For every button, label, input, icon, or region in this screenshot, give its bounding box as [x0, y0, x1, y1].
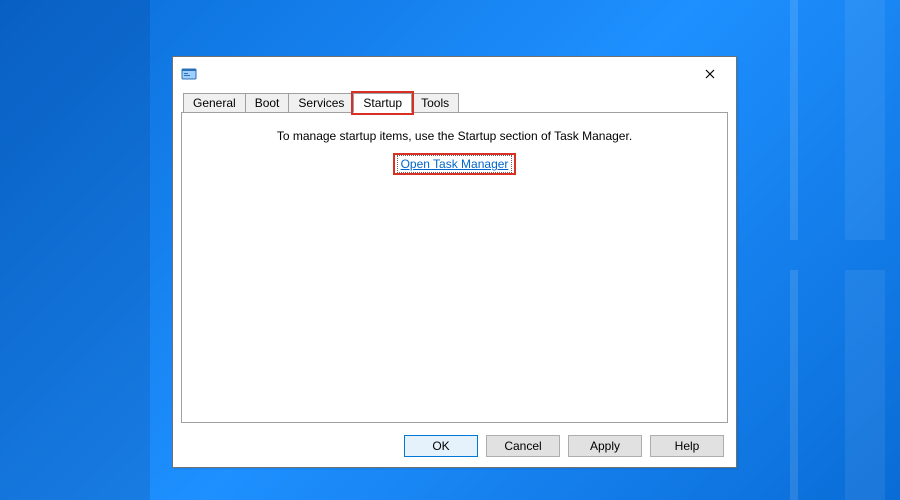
- bg-shape: [790, 270, 798, 500]
- tabs: General Boot Services Startup Tools: [183, 93, 458, 113]
- startup-message: To manage startup items, use the Startup…: [182, 129, 727, 143]
- cancel-button[interactable]: Cancel: [486, 435, 560, 457]
- tab-tools[interactable]: Tools: [411, 93, 459, 113]
- tab-services[interactable]: Services: [288, 93, 354, 113]
- close-button[interactable]: [690, 60, 730, 88]
- open-task-manager-link[interactable]: Open Task Manager: [397, 155, 513, 173]
- help-button[interactable]: Help: [650, 435, 724, 457]
- msconfig-window: General Boot Services Startup Tools To m…: [172, 56, 737, 468]
- app-icon: [181, 66, 197, 82]
- ok-button[interactable]: OK: [404, 435, 478, 457]
- tab-content: To manage startup items, use the Startup…: [181, 113, 728, 423]
- desktop-background: General Boot Services Startup Tools To m…: [0, 0, 900, 500]
- tab-boot[interactable]: Boot: [245, 93, 290, 113]
- tab-general[interactable]: General: [183, 93, 246, 113]
- tab-startup[interactable]: Startup: [353, 93, 412, 113]
- link-row: Open Task Manager: [182, 155, 727, 173]
- titlebar-left: [181, 66, 203, 82]
- titlebar: [173, 57, 736, 91]
- tab-strip: General Boot Services Startup Tools: [181, 91, 728, 113]
- bg-shape: [845, 0, 885, 240]
- bg-shape: [845, 270, 885, 500]
- link-highlight: Open Task Manager: [395, 155, 515, 173]
- bg-shape: [790, 0, 798, 240]
- dialog-buttons: OK Cancel Apply Help: [404, 435, 724, 457]
- apply-button[interactable]: Apply: [568, 435, 642, 457]
- bg-shape: [0, 0, 150, 500]
